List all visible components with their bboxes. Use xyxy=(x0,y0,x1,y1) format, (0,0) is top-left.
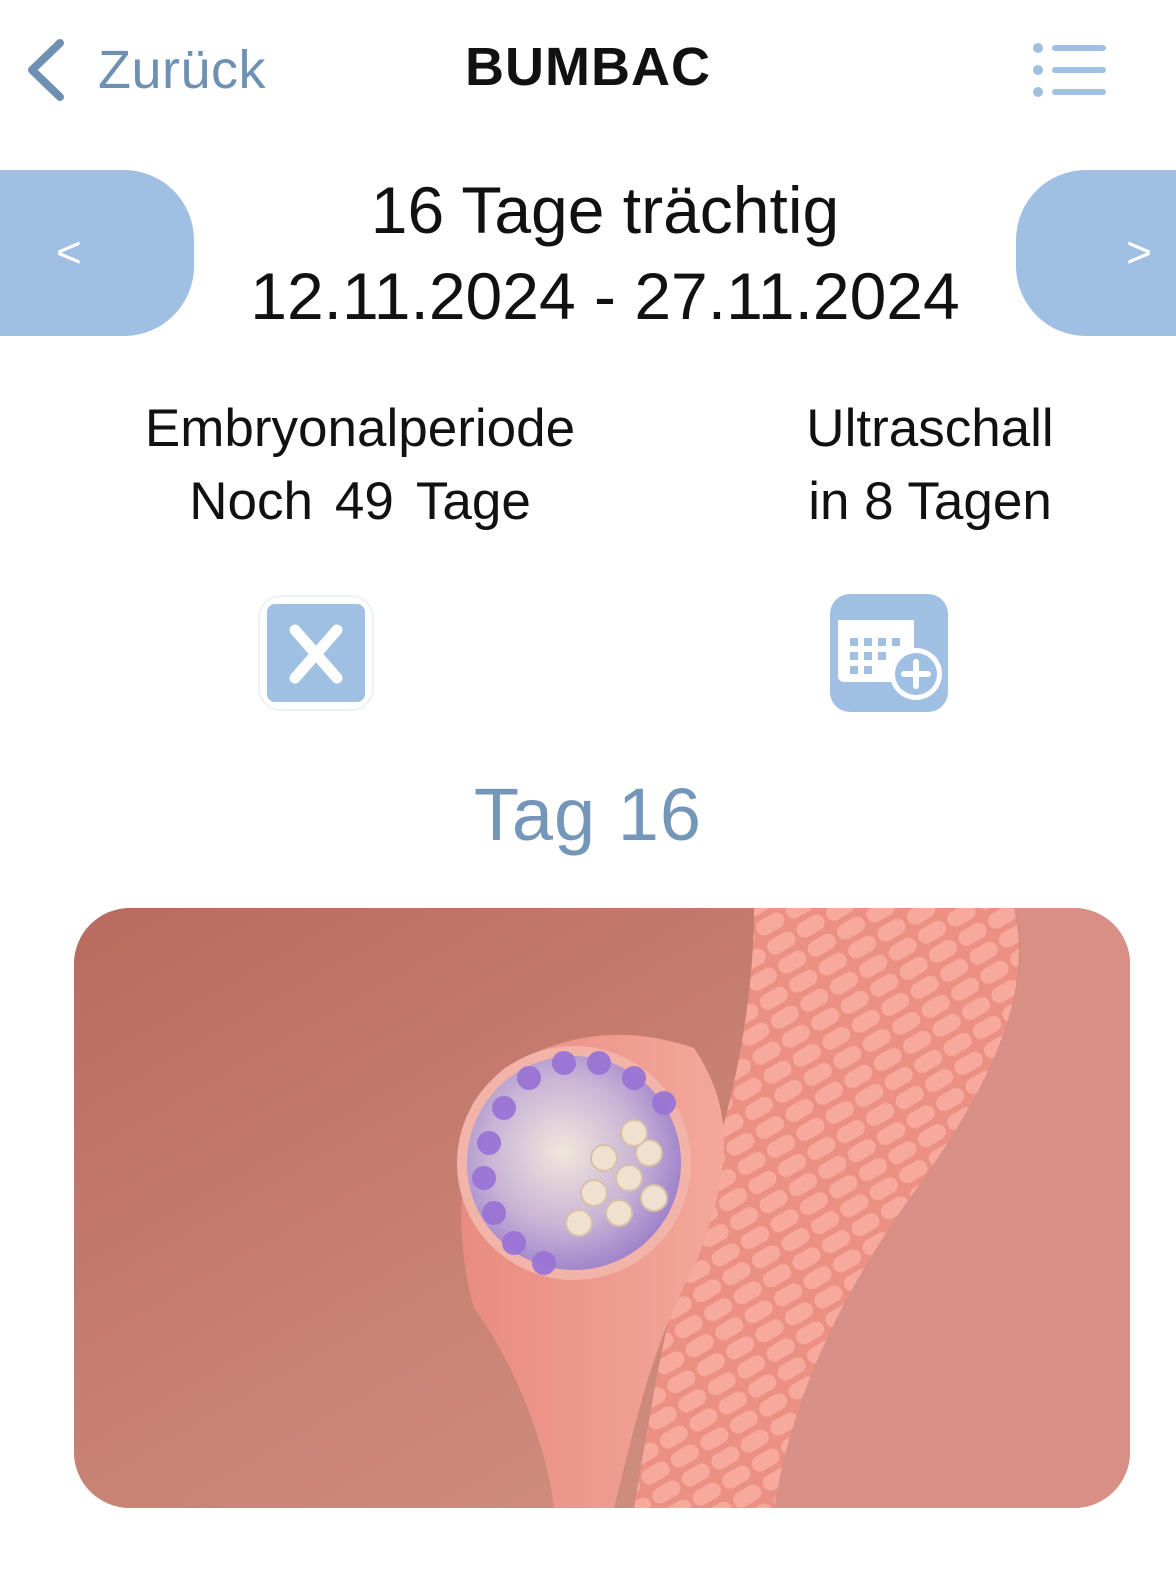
close-period-button[interactable] xyxy=(257,594,375,712)
ultrasound-countdown: in 8 Tagen xyxy=(808,472,1052,531)
embryo-illustration xyxy=(74,908,1130,1508)
next-label: > xyxy=(1126,228,1152,277)
remaining-prefix: Noch xyxy=(189,472,313,531)
menu-button[interactable] xyxy=(1030,40,1110,102)
x-close-icon xyxy=(258,595,374,711)
pregnancy-days: 16 Tage trächtig xyxy=(370,173,840,247)
day-title: Tag 16 xyxy=(473,773,703,856)
period-info: Embryonalperiode Noch 49 Tage xyxy=(110,392,610,538)
period-remaining: Noch 49 Tage xyxy=(110,465,610,538)
previous-label: < xyxy=(56,228,82,277)
add-to-calendar-button[interactable] xyxy=(830,594,948,712)
remaining-suffix: Tage xyxy=(415,472,531,531)
next-day-button[interactable]: > xyxy=(1016,170,1176,336)
period-name: Embryonalperiode xyxy=(144,399,576,458)
remaining-days: 49 xyxy=(334,472,394,531)
embryo-implantation-image xyxy=(74,908,1130,1508)
navigation-bar: Zurück BUMBAC xyxy=(0,0,1176,140)
date-range: 12.11.2024 - 27.11.2024 xyxy=(250,259,960,333)
page-title: BUMBAC xyxy=(465,37,711,97)
ultrasound-info: Ultraschall in 8 Tagen xyxy=(760,392,1100,538)
previous-day-button[interactable]: < xyxy=(0,170,194,336)
ultrasound-name: Ultraschall xyxy=(806,399,1054,458)
list-icon xyxy=(1033,43,1106,97)
calendar-add-icon xyxy=(830,594,948,712)
